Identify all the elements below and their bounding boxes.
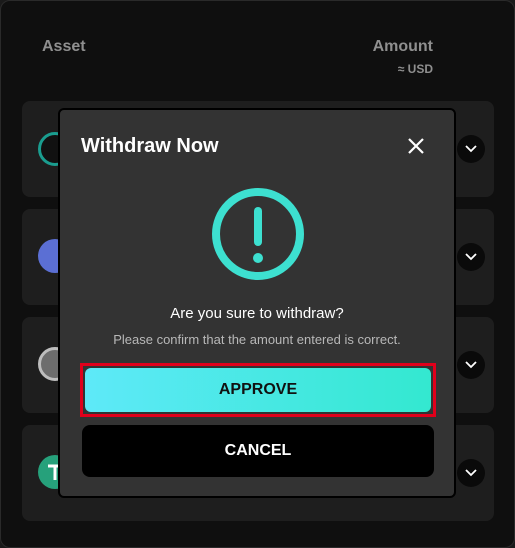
chevron-down-icon[interactable] — [457, 459, 485, 487]
approve-button[interactable]: APPROVE — [85, 368, 431, 412]
approve-highlight: APPROVE — [80, 363, 436, 417]
amount-unit-label: ≈ USD — [397, 62, 433, 76]
modal-title: Withdraw Now — [81, 135, 219, 157]
chevron-down-icon[interactable] — [457, 351, 485, 379]
chevron-down-icon[interactable] — [457, 243, 485, 271]
cancel-button[interactable]: CANCEL — [82, 425, 434, 477]
asset-column-header: Asset — [42, 38, 86, 55]
exclamation-circle-icon — [210, 186, 306, 282]
amount-column-header: Amount — [372, 38, 433, 55]
close-icon[interactable] — [406, 136, 426, 156]
withdraw-modal: Withdraw Now Are you sure to withdraw? P… — [58, 108, 456, 498]
confirm-subtext: Please confirm that the amount entered i… — [113, 332, 401, 347]
confirm-question: Are you sure to withdraw? — [170, 305, 344, 322]
chevron-down-icon[interactable] — [457, 135, 485, 163]
